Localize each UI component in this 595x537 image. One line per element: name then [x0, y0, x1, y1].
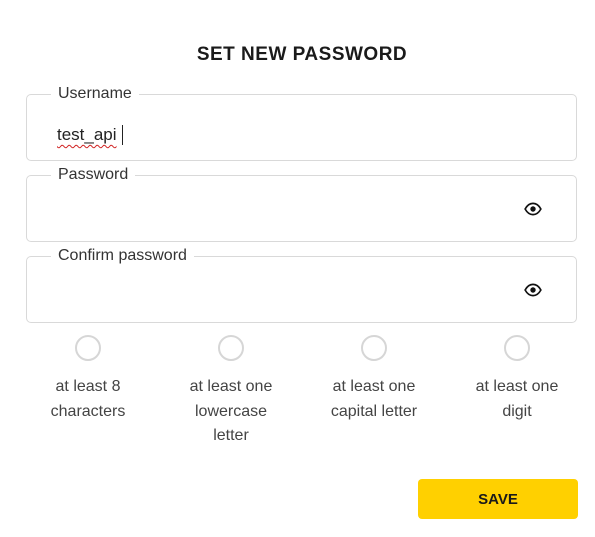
eye-icon[interactable] — [524, 200, 542, 218]
requirement-text: at least one digit — [475, 378, 559, 420]
save-button[interactable]: SAVE — [418, 479, 578, 519]
text-caret — [122, 125, 123, 145]
check-circle-icon — [504, 335, 530, 361]
username-label: Username — [51, 84, 139, 104]
username-field[interactable]: Username test_api — [26, 84, 577, 161]
page-title: SET NEW PASSWORD — [196, 44, 408, 65]
check-circle-icon — [75, 335, 101, 361]
password-label: Password — [51, 165, 136, 185]
requirement-text: at least one lowercase letter — [189, 378, 273, 444]
requirement-digit: at least one digit — [457, 335, 577, 424]
requirement-lowercase: at least one lowercase letter — [171, 335, 291, 449]
check-circle-icon — [361, 335, 387, 361]
check-circle-icon — [218, 335, 244, 361]
requirement-text: at least 8 characters — [50, 378, 126, 420]
confirm-password-label: Confirm password — [51, 246, 194, 266]
requirement-capital: at least one capital letter — [314, 335, 434, 424]
confirm-password-field[interactable]: Confirm password — [26, 246, 577, 323]
username-input[interactable]: test_api — [57, 125, 117, 145]
password-field[interactable]: Password — [26, 165, 577, 242]
requirement-min-length: at least 8 characters — [28, 335, 148, 424]
eye-icon[interactable] — [524, 281, 542, 299]
requirement-text: at least one capital letter — [330, 378, 418, 420]
